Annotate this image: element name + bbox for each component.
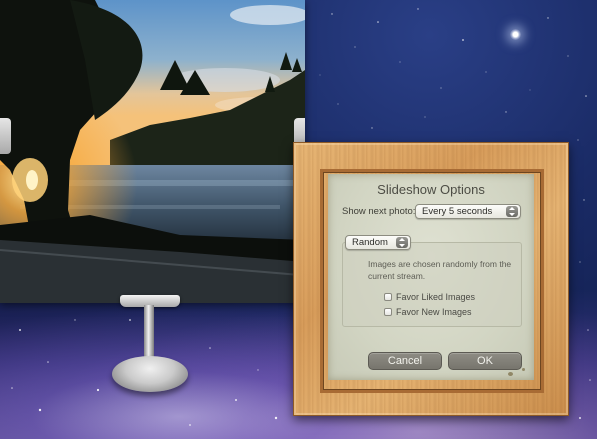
interval-popup[interactable]: Every 5 seconds	[415, 204, 521, 219]
mode-popup[interactable]: Random	[345, 235, 411, 250]
favor-new-row[interactable]: Favor New Images	[384, 307, 472, 317]
photo-frame	[0, 0, 305, 303]
stand-base	[112, 356, 188, 392]
left-tab-icon[interactable]	[0, 118, 11, 154]
stand-pole	[144, 305, 154, 363]
speck	[508, 372, 513, 376]
mode-description: Images are chosen randomly from the curr…	[368, 259, 512, 281]
interval-value: Every 5 seconds	[422, 206, 493, 217]
bright-star	[510, 29, 521, 40]
favor-new-checkbox[interactable]	[384, 308, 392, 316]
popup-arrows-icon	[506, 206, 518, 217]
ok-button[interactable]: OK	[448, 352, 522, 370]
slideshow-options-dialog: Slideshow Options Show next photo: Every…	[328, 174, 534, 380]
speck	[522, 368, 525, 371]
popup-arrows-icon	[396, 237, 408, 248]
favor-liked-checkbox[interactable]	[384, 293, 392, 301]
dialog-title: Slideshow Options	[377, 182, 485, 197]
show-next-label: Show next photo:	[342, 206, 416, 217]
sunset-lake-photo	[0, 0, 305, 303]
favor-liked-label: Favor Liked Images	[396, 292, 476, 302]
favor-liked-row[interactable]: Favor Liked Images	[384, 292, 475, 302]
favor-new-label: Favor New Images	[396, 307, 472, 317]
mode-value: Random	[352, 237, 388, 248]
cancel-button[interactable]: Cancel	[368, 352, 442, 370]
